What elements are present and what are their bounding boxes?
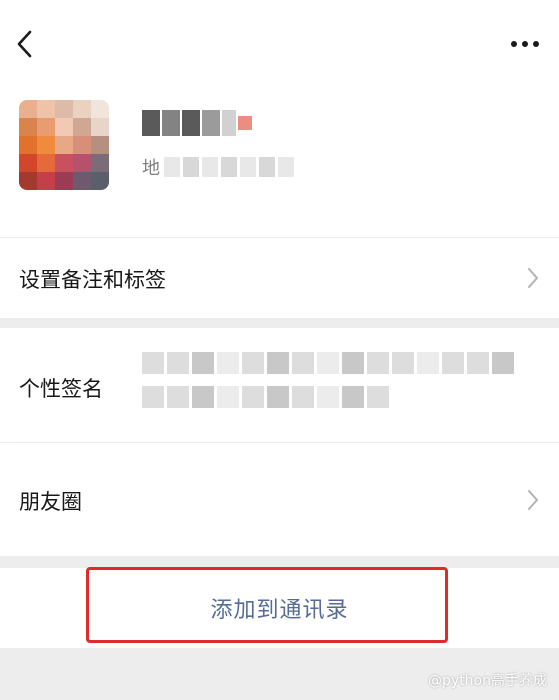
chevron-left-icon <box>17 30 32 58</box>
add-to-contacts-button[interactable]: 添加到通讯录 <box>0 568 559 648</box>
remark-and-tags-label: 设置备注和标签 <box>19 268 166 292</box>
region-prefix: 地 <box>142 158 160 179</box>
watermark-text: @python高手养成 <box>428 673 547 689</box>
region-redacted <box>164 157 294 177</box>
region-info: 地 <box>142 154 294 180</box>
nickname-redacted <box>142 108 252 138</box>
signature-redacted <box>142 352 522 422</box>
moments-label: 朋友圈 <box>19 490 82 514</box>
signature-label: 个性签名 <box>19 377 103 401</box>
profile-header-area: 地 <box>0 0 559 237</box>
signature-cell: 个性签名 <box>0 328 559 442</box>
chevron-right-icon <box>525 488 541 512</box>
more-dots-icon <box>511 41 539 47</box>
remark-and-tags-cell[interactable]: 设置备注和标签 <box>0 237 559 318</box>
moments-cell[interactable]: 朋友圈 <box>0 443 559 556</box>
avatar[interactable] <box>19 100 109 190</box>
nav-bar <box>0 0 559 90</box>
back-button[interactable] <box>6 26 42 62</box>
watermark: @python高手养成 <box>428 670 547 690</box>
more-button[interactable] <box>505 26 545 62</box>
profile-section: 地 <box>0 96 559 206</box>
action-area: 添加到通讯录 <box>0 568 559 648</box>
chevron-right-icon <box>525 266 541 290</box>
